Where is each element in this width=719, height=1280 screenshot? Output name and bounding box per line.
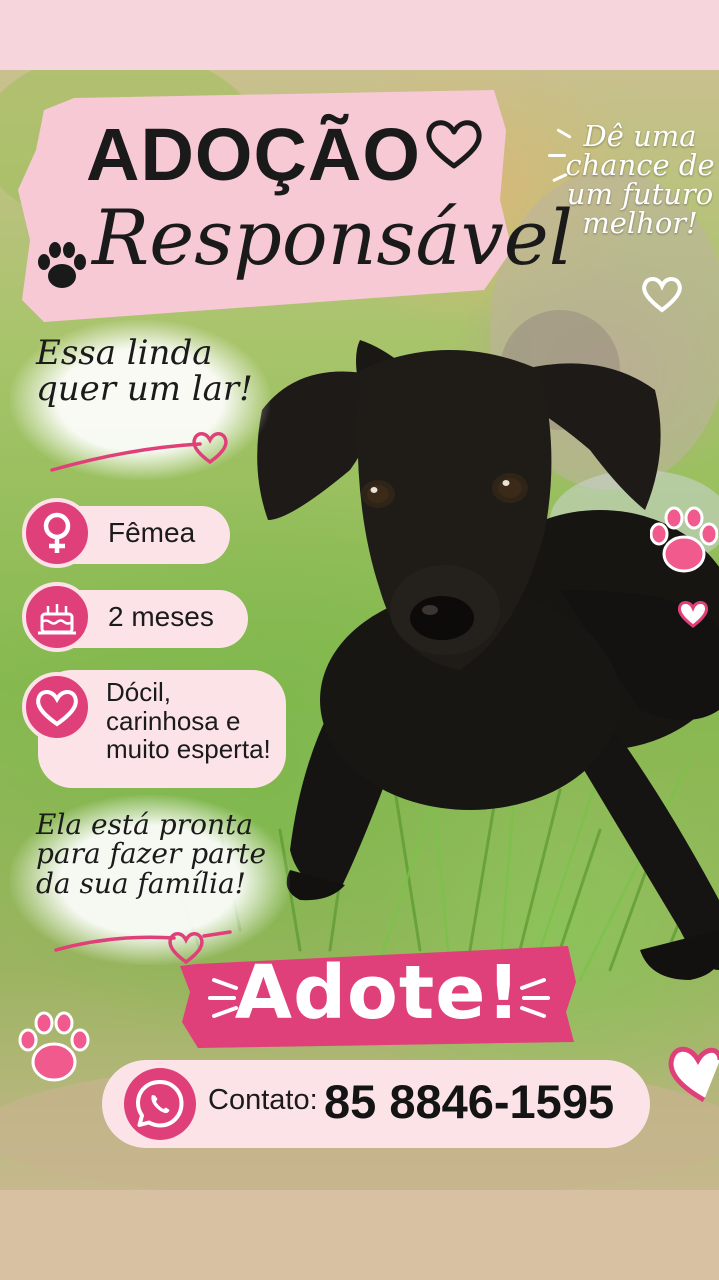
paw-icon	[38, 242, 86, 288]
adote-banner: Adote!	[178, 942, 578, 1052]
bottom-band	[0, 1190, 719, 1280]
whatsapp-icon	[136, 1080, 184, 1128]
title-banner: ADOÇÃO Responsável	[14, 90, 573, 325]
heart-outline-icon	[677, 601, 709, 628]
contact-bar: Contato: 85 8846-1595	[102, 1060, 650, 1148]
cake-icon	[38, 604, 76, 635]
attribute-icon-badge	[22, 672, 92, 742]
attribute-icon-badge	[22, 498, 92, 568]
contact-phone[interactable]: 85 8846-1595	[324, 1074, 614, 1129]
attribute-label: Fêmea	[108, 517, 196, 548]
underline-heart-icon	[50, 432, 228, 472]
paw-icon	[18, 1011, 90, 1082]
ready-note-line: da sua família!	[36, 866, 246, 900]
heart-outline-icon	[642, 277, 682, 313]
ready-note: Ela está pronta para fazer parte da sua …	[36, 808, 267, 900]
paw-icon	[650, 506, 718, 573]
adote-cta: Adote!	[234, 950, 522, 1036]
heart-outline-icon	[426, 120, 482, 169]
top-band	[0, 0, 719, 70]
contact-label: Contato:	[208, 1084, 318, 1116]
title-adocao: ADOÇÃO	[86, 113, 421, 196]
intro-note-line: Essa linda	[36, 333, 213, 373]
title-responsavel: Responsável	[92, 193, 574, 282]
female-icon	[43, 512, 71, 553]
ready-note-line: Ela está pronta	[36, 808, 253, 841]
heart-icon	[36, 690, 78, 727]
attribute-label: 2 meses	[108, 601, 214, 632]
tagline: Dê uma chance de um futuro melhor!	[565, 119, 715, 240]
intro-note-line: quer um lar!	[36, 368, 253, 409]
whatsapp-icon-badge	[124, 1068, 196, 1140]
attribute-icon-badge	[22, 582, 92, 652]
intro-note: Essa linda quer um lar!	[36, 333, 253, 409]
adoption-poster: ADOÇÃO Responsável Dê uma chance de um f…	[0, 70, 719, 1190]
attribute-label: Dócil, carinhosa e muito esperta!	[106, 677, 271, 765]
heart-outline-icon	[668, 1046, 719, 1103]
ready-note-line: para fazer parte	[36, 837, 267, 871]
